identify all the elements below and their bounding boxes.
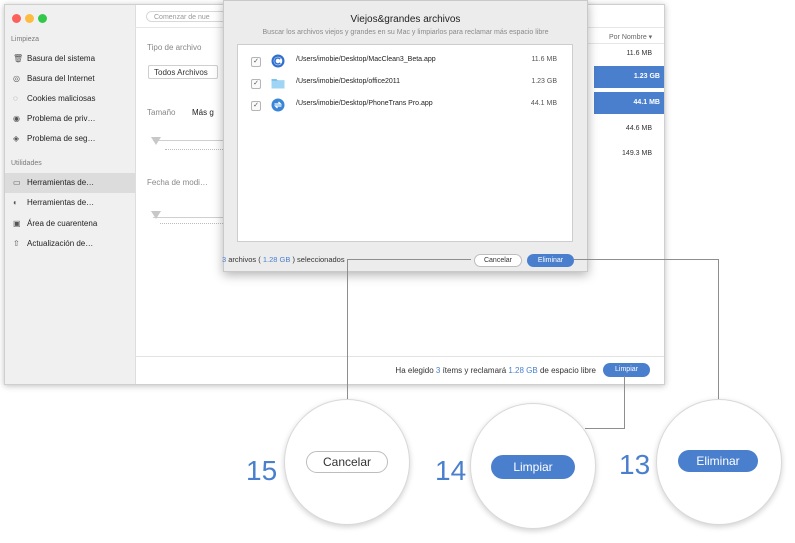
leader-line-delete-h	[574, 259, 719, 260]
file-size: 44.1 MB	[530, 100, 557, 107]
minimize-window-button[interactable]	[25, 14, 34, 23]
callout-number-14: 14	[435, 455, 467, 486]
size-value: Más g	[192, 108, 214, 117]
leader-line-clean-v	[624, 376, 625, 428]
sidebar-item-label: Herramientas de…	[27, 198, 95, 207]
zoom-callout-clean: Limpiar	[470, 403, 596, 529]
result-row-size[interactable]: 149.3 MB	[596, 143, 656, 165]
shield-icon: ◈	[13, 134, 20, 143]
sort-by-name-button[interactable]: Por Nombre ▾	[609, 33, 652, 41]
size-label: Tamaño	[147, 108, 176, 117]
size-slider-knob[interactable]	[151, 137, 161, 145]
sidebar-item-label: Basura del sistema	[27, 54, 96, 63]
folder-icon	[271, 79, 285, 89]
leader-line-clean-h	[585, 428, 625, 429]
zoomed-delete-button: Eliminar	[678, 450, 758, 472]
section-title-cleanup: Limpieza	[11, 36, 40, 43]
eye-icon: ◉	[13, 114, 20, 123]
callout-number-13: 13	[619, 449, 651, 480]
sidebar-item-internet-junk[interactable]: ◎ Basura del Internet	[5, 69, 135, 89]
sidebar-item-privacy-issues[interactable]: ◉ Problema de priv…	[5, 109, 135, 129]
quarantine-icon: ▣	[13, 219, 21, 228]
file-checkbox[interactable]: ✓	[251, 79, 261, 89]
callout-number-15: 15	[246, 455, 278, 486]
sidebar-item-label: Área de cuarentena	[27, 219, 98, 228]
result-row-size[interactable]: 44.1 MB	[594, 92, 664, 114]
file-type-label: Tipo de archivo	[147, 43, 202, 52]
cancel-button[interactable]: Cancelar	[474, 254, 522, 267]
date-label: Fecha de modi…	[147, 178, 208, 187]
file-size: 11.6 MB	[531, 56, 557, 63]
sidebar-item-label: Cookies maliciosas	[27, 94, 96, 103]
reclaim-summary: Ha elegido 3 ítems y reclamará 1.28 GB d…	[395, 366, 596, 375]
sidebar-item-label: Problema de priv…	[27, 114, 96, 123]
close-window-button[interactable]	[12, 14, 21, 23]
sidebar-item-system-junk[interactable]: 🗑 Basura del sistema	[5, 49, 135, 69]
sidebar-item-update[interactable]: ⇧ Actualización de…	[5, 234, 135, 254]
zoom-callout-cancel: Cancelar	[284, 399, 410, 525]
date-slider-knob[interactable]	[151, 211, 161, 219]
result-row-size[interactable]: 1.23 GB	[594, 66, 664, 88]
file-path: /Users/imobie/Desktop/MacClean3_Beta.app	[296, 56, 436, 63]
clean-button[interactable]: Limpiar	[603, 363, 650, 377]
size-slider-track	[153, 140, 223, 141]
file-path: /Users/imobie/Desktop/office2011	[296, 78, 401, 85]
zoomed-clean-button: Limpiar	[491, 455, 575, 479]
update-icon: ⇧	[13, 239, 20, 248]
file-list: ✓ /Users/imobie/Desktop/MacClean3_Beta.a…	[237, 44, 573, 242]
leader-line-cancel-h	[347, 259, 471, 260]
cookie-icon: ◌	[13, 94, 18, 103]
compass-icon: ◐	[13, 198, 18, 207]
file-row[interactable]: ✓ /Users/imobie/Desktop/MacClean3_Beta.a…	[238, 51, 572, 73]
leader-line-delete-v	[718, 259, 719, 399]
phonetrans-app-icon	[271, 98, 285, 112]
cleaner-app-icon	[271, 54, 285, 68]
date-slider-ticks	[160, 223, 223, 225]
sidebar-item-label: Basura del Internet	[27, 74, 95, 83]
sidebar: Limpieza 🗑 Basura del sistema ◎ Basura d…	[5, 5, 136, 384]
date-slider-track	[153, 217, 223, 218]
sidebar-item-label: Actualización de…	[27, 239, 94, 248]
zoom-window-button[interactable]	[38, 14, 47, 23]
zoomed-cancel-button: Cancelar	[306, 451, 388, 473]
zoom-callout-delete: Eliminar	[656, 399, 782, 525]
file-type-select[interactable]: Todos Archivos	[148, 65, 218, 79]
sidebar-item-tools-2[interactable]: ◐ Herramientas de…	[5, 193, 135, 213]
file-checkbox[interactable]: ✓	[251, 101, 261, 111]
large-old-files-dialog: Viejos&grandes archivos Buscar los archi…	[222, 0, 588, 272]
file-row[interactable]: ✓ /Users/imobie/Desktop/office2011 1.23 …	[238, 73, 572, 95]
selected-count-text: 3 archivos ( 1.28 GB ) seleccionados	[222, 255, 345, 264]
dialog-title: Viejos&grandes archivos	[350, 14, 461, 25]
result-row-size[interactable]: 11.6 MB	[596, 43, 656, 65]
sidebar-item-tools-1[interactable]: ▭ Herramientas de…	[5, 173, 135, 193]
file-row[interactable]: ✓ /Users/imobie/Desktop/PhoneTrans Pro.a…	[238, 95, 572, 117]
file-path: /Users/imobie/Desktop/PhoneTrans Pro.app	[296, 100, 433, 107]
sidebar-item-quarantine[interactable]: ▣ Área de cuarentena	[5, 214, 135, 234]
bottom-bar: Ha elegido 3 ítems y reclamará 1.28 GB d…	[135, 356, 664, 384]
toolbox-icon: ▭	[13, 178, 21, 187]
sidebar-item-security-issues[interactable]: ◈ Problema de seg…	[5, 129, 135, 149]
leader-line-cancel-v	[347, 259, 348, 399]
globe-icon: ◎	[13, 74, 20, 83]
delete-button[interactable]: Eliminar	[527, 254, 574, 267]
result-row-size[interactable]: 44.6 MB	[596, 118, 656, 140]
sidebar-item-label: Problema de seg…	[27, 134, 96, 143]
trash-icon: 🗑	[13, 54, 24, 63]
size-slider-ticks	[165, 149, 223, 151]
file-size: 1.23 GB	[531, 78, 557, 85]
sidebar-item-malicious-cookies[interactable]: ◌ Cookies maliciosas	[5, 89, 135, 109]
file-checkbox[interactable]: ✓	[251, 57, 261, 67]
sidebar-item-label: Herramientas de…	[27, 178, 95, 187]
dialog-subtitle: Buscar los archivos viejos y grandes en …	[262, 29, 549, 36]
section-title-utilities: Utilidades	[11, 160, 42, 167]
